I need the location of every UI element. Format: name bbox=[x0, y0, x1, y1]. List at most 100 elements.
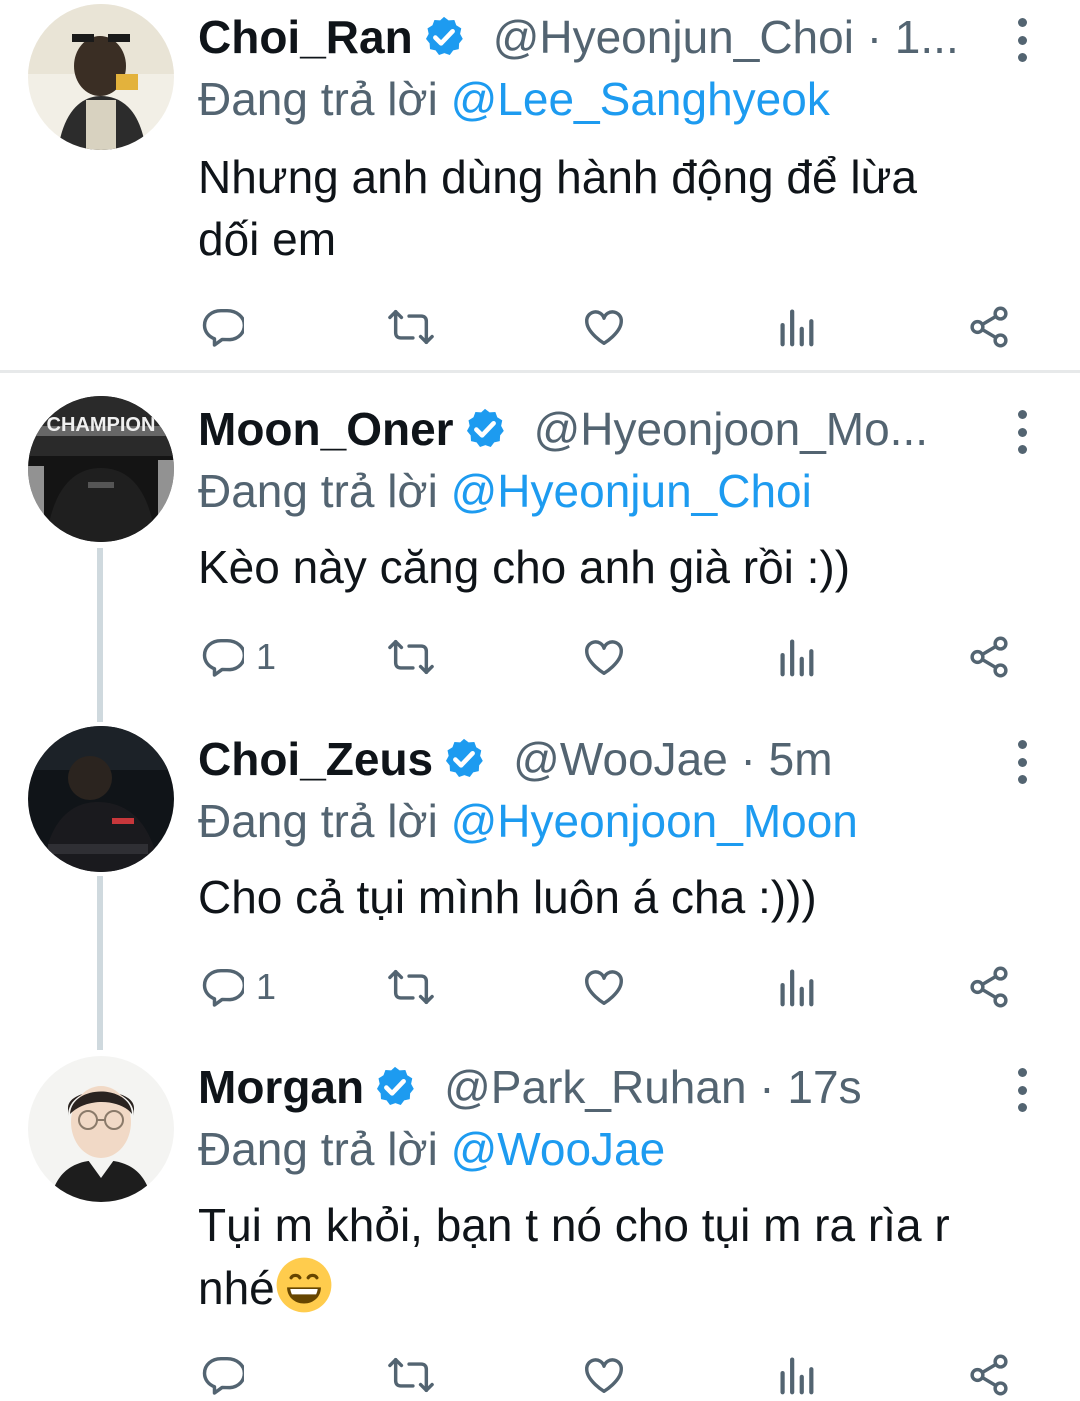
more-options-icon[interactable] bbox=[1008, 740, 1036, 784]
tweet-morgan[interactable]: Morgan @Park_Ruhan · 17s Đang trả lời @W… bbox=[0, 1050, 1080, 1401]
share-button[interactable] bbox=[966, 1350, 1012, 1400]
tweet-text-line: Kèo này căng cho anh già rồi :)) bbox=[198, 541, 851, 593]
tweet-moon-oner[interactable]: CHAMPION Moon_Oner @Hyeonjoon_Mo... Đang… bbox=[0, 390, 1080, 720]
heart-icon bbox=[585, 1358, 623, 1394]
handle-and-time[interactable]: @Hyeonjun_Choi · 1... bbox=[493, 6, 959, 68]
share-icon bbox=[970, 966, 1008, 1008]
retweet-icon bbox=[388, 969, 434, 1005]
share-icon bbox=[970, 306, 1008, 348]
reply-icon bbox=[202, 308, 244, 347]
analytics-icon bbox=[780, 969, 814, 1007]
divider bbox=[0, 370, 1080, 373]
tweet-text-line: Nhưng anh dùng hành động để lừa bbox=[198, 151, 917, 203]
reply-icon bbox=[202, 1356, 244, 1395]
reply-count: 1 bbox=[256, 636, 277, 677]
avatar[interactable] bbox=[28, 1056, 174, 1202]
tweet-text-line: Tụi m khỏi, bạn t nó cho tụi m ra rìa r bbox=[198, 1199, 950, 1251]
tweet-text: Kèo này căng cho anh già rồi :)) bbox=[198, 536, 1040, 598]
reply-count: 1 bbox=[256, 966, 277, 1007]
replying-to: Đang trả lời @WooJae bbox=[198, 1118, 665, 1180]
reply-button[interactable]: 1 bbox=[198, 632, 276, 682]
analytics-button[interactable] bbox=[776, 632, 816, 682]
analytics-icon bbox=[780, 309, 814, 347]
analytics-button[interactable] bbox=[776, 962, 816, 1012]
reply-button[interactable]: 1 bbox=[198, 962, 276, 1012]
avatar[interactable] bbox=[28, 726, 174, 872]
retweet-button[interactable] bbox=[386, 302, 436, 352]
reply-button[interactable] bbox=[198, 302, 256, 352]
display-name[interactable]: Choi_Zeus bbox=[198, 728, 433, 790]
replying-to: Đang trả lời @Hyeonjun_Choi bbox=[198, 460, 812, 522]
share-icon bbox=[970, 1354, 1008, 1396]
share-button[interactable] bbox=[966, 302, 1012, 352]
avatar-photo-icon: CHAMPION bbox=[28, 396, 174, 542]
more-options-icon[interactable] bbox=[1008, 410, 1036, 454]
verified-badge-icon bbox=[377, 1066, 414, 1106]
replying-to: Đang trả lời @Hyeonjoon_Moon bbox=[198, 790, 858, 852]
tweet-text-line: nhé bbox=[198, 1262, 275, 1314]
replying-to-handle[interactable]: @WooJae bbox=[451, 1123, 666, 1175]
tweet-text: Nhưng anh dùng hành động để lừa dối em bbox=[198, 146, 1040, 270]
more-options-icon[interactable] bbox=[1008, 1068, 1036, 1112]
like-button[interactable] bbox=[581, 962, 627, 1012]
share-button[interactable] bbox=[966, 962, 1012, 1012]
like-button[interactable] bbox=[581, 302, 627, 352]
replying-to-label: Đang trả lời bbox=[198, 465, 438, 517]
analytics-icon bbox=[780, 639, 814, 677]
verified-badge-icon bbox=[466, 408, 504, 448]
tweet-text: Tụi m khỏi, bạn t nó cho tụi m ra rìa r … bbox=[198, 1194, 1040, 1319]
analytics-icon bbox=[780, 1357, 814, 1395]
heart-icon bbox=[585, 310, 623, 346]
avatar-photo-icon bbox=[28, 726, 174, 872]
verified-badge-icon bbox=[446, 738, 483, 778]
tweet-choi-ran[interactable]: Choi_Ran @Hyeonjun_Choi · 1... Đang trả … bbox=[0, 0, 1080, 370]
handle-and-time[interactable]: @Park_Ruhan · 17s bbox=[444, 1056, 861, 1118]
shirt-text: CHAMPION bbox=[47, 414, 156, 436]
replying-to-handle[interactable]: @Lee_Sanghyeok bbox=[451, 73, 830, 125]
handle-and-time[interactable]: @WooJae · 5m bbox=[513, 728, 832, 790]
more-options-icon[interactable] bbox=[1008, 18, 1036, 62]
like-button[interactable] bbox=[581, 632, 627, 682]
tweet-text: Cho cả tụi mình luôn á cha :))) bbox=[198, 866, 1040, 928]
heart-icon bbox=[585, 970, 623, 1006]
replying-to-handle[interactable]: @Hyeonjoon_Moon bbox=[451, 795, 858, 847]
replying-to-handle[interactable]: @Hyeonjun_Choi bbox=[451, 465, 812, 517]
verified-badge-icon bbox=[425, 16, 463, 56]
tweet-actions: 1 bbox=[198, 632, 1028, 682]
tweet-actions bbox=[198, 302, 1028, 352]
share-button[interactable] bbox=[966, 632, 1012, 682]
reply-icon bbox=[202, 968, 244, 1007]
replying-to-label: Đang trả lời bbox=[198, 1123, 438, 1175]
tweet-actions bbox=[198, 1350, 1028, 1400]
like-button[interactable] bbox=[581, 1350, 627, 1400]
avatar[interactable] bbox=[28, 4, 174, 150]
replying-to-label: Đang trả lời bbox=[198, 795, 438, 847]
retweet-icon bbox=[388, 639, 434, 675]
retweet-icon bbox=[388, 309, 434, 345]
retweet-icon bbox=[388, 1357, 434, 1393]
heart-icon bbox=[585, 640, 623, 676]
display-name[interactable]: Moon_Oner bbox=[198, 398, 454, 460]
reply-icon bbox=[202, 638, 244, 677]
tweet-text-line: dối em bbox=[198, 213, 337, 265]
reply-button[interactable] bbox=[198, 1350, 256, 1400]
handle-and-time[interactable]: @Hyeonjoon_Mo... bbox=[534, 398, 928, 460]
replying-to: Đang trả lời @Lee_Sanghyeok bbox=[198, 68, 830, 130]
display-name[interactable]: Morgan bbox=[198, 1056, 364, 1118]
share-icon bbox=[970, 636, 1008, 678]
analytics-button[interactable] bbox=[776, 1350, 816, 1400]
display-name[interactable]: Choi_Ran bbox=[198, 6, 413, 68]
retweet-button[interactable] bbox=[386, 1350, 436, 1400]
avatar-photo-icon bbox=[28, 1056, 174, 1202]
replying-to-label: Đang trả lời bbox=[198, 73, 438, 125]
tweet-actions: 1 bbox=[198, 962, 1028, 1012]
retweet-button[interactable] bbox=[386, 962, 436, 1012]
avatar[interactable]: CHAMPION bbox=[28, 396, 174, 542]
tweet-text-line-2: nhé bbox=[198, 1256, 1040, 1319]
analytics-button[interactable] bbox=[776, 302, 816, 352]
retweet-button[interactable] bbox=[386, 632, 436, 682]
grinning-face-emoji-icon bbox=[276, 1257, 332, 1313]
tweet-choi-zeus[interactable]: Choi_Zeus @WooJae · 5m Đang trả lời @Hye… bbox=[0, 720, 1080, 1050]
avatar-photo-icon bbox=[28, 4, 174, 150]
tweet-text-line: Cho cả tụi mình luôn á cha :))) bbox=[198, 871, 817, 923]
